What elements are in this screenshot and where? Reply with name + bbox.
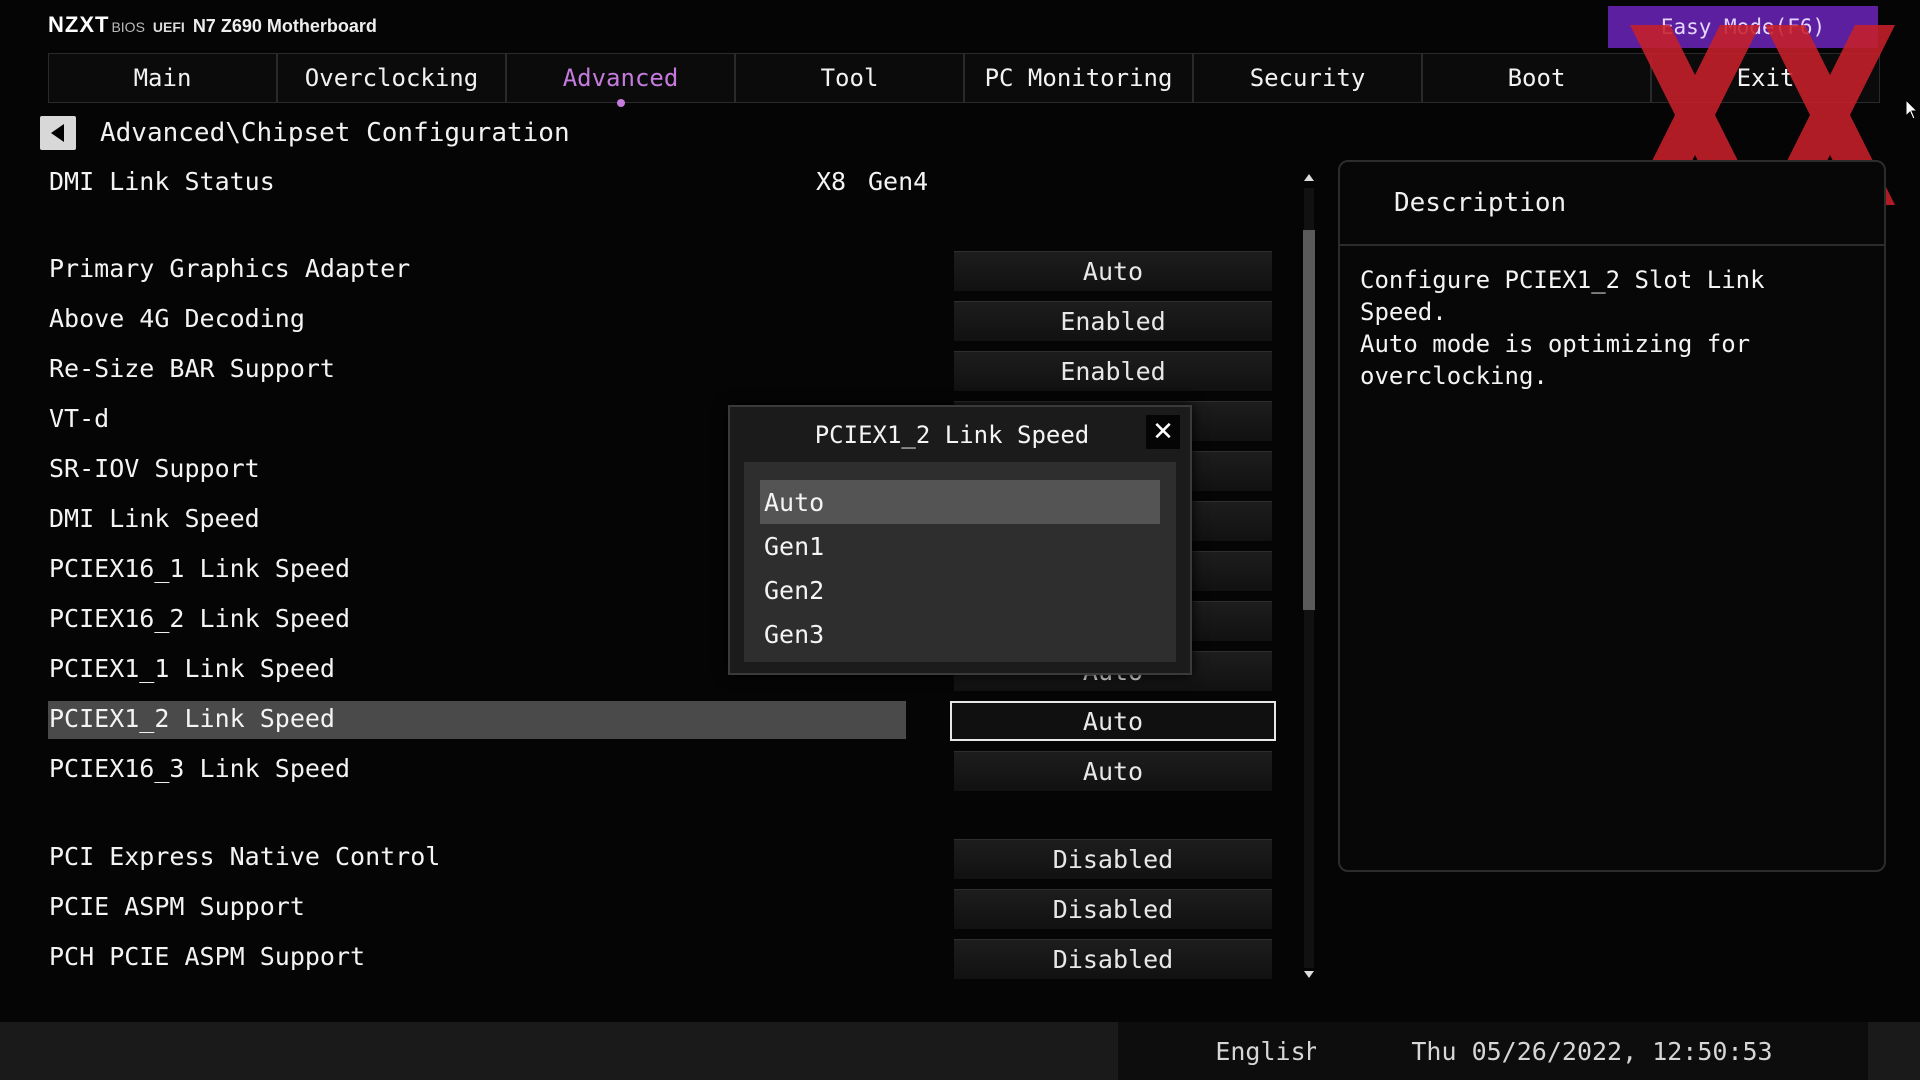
bios-label: BIOS	[111, 19, 145, 35]
main-tabs: Main Overclocking Advanced Tool PC Monit…	[48, 53, 1880, 107]
description-panel: Description Configure PCIEX1_2 Slot Link…	[1338, 160, 1886, 872]
value-resize-bar-support[interactable]: Enabled	[954, 351, 1272, 391]
brand-name: NZXT	[48, 12, 110, 37]
setting-pciex16-1-link-speed[interactable]: PCIEX16_1 Link Speed	[49, 554, 350, 583]
tab-advanced[interactable]: Advanced	[506, 53, 735, 107]
setting-primary-graphics-adapter[interactable]: Primary Graphics Adapter	[49, 254, 410, 283]
scroll-up-arrow-icon[interactable]	[1304, 174, 1314, 181]
uefi-label: UEFI	[152, 19, 185, 35]
mouse-pointer-icon	[1906, 100, 1918, 120]
setting-pciex16-2-link-speed[interactable]: PCIEX16_2 Link Speed	[49, 604, 350, 633]
value-pciex16-3-link-speed[interactable]: Auto	[954, 751, 1272, 791]
motherboard-model: N7 Z690 Motherboard	[192, 16, 377, 36]
dmi-link-gen: Gen4	[868, 167, 929, 196]
settings-scrollbar[interactable]	[1300, 170, 1318, 982]
back-arrow-icon	[51, 124, 64, 142]
setting-resize-bar-support[interactable]: Re-Size BAR Support	[49, 354, 335, 383]
value-primary-graphics-adapter[interactable]: Auto	[954, 251, 1272, 291]
setting-dmi-link-speed[interactable]: DMI Link Speed	[49, 504, 260, 533]
breadcrumb: Advanced\Chipset Configuration	[100, 118, 570, 148]
setting-pciex1-2-link-speed[interactable]: PCIEX1_2 Link Speed	[49, 704, 335, 733]
value-pci-express-native-control[interactable]: Disabled	[954, 839, 1272, 879]
close-icon[interactable]: ✕	[1146, 415, 1180, 449]
setting-pch-pcie-aspm-support[interactable]: PCH PCIE ASPM Support	[49, 942, 365, 971]
tab-overclocking[interactable]: Overclocking	[277, 53, 506, 103]
value-pch-pcie-aspm-support[interactable]: Disabled	[954, 939, 1272, 979]
tab-main[interactable]: Main	[48, 53, 277, 103]
popup-title: PCIEX1_2 Link Speed	[814, 421, 1090, 449]
dmi-link-width: X8	[816, 167, 847, 196]
tab-boot[interactable]: Boot	[1422, 53, 1651, 103]
option-gen3[interactable]: Gen3	[760, 612, 1160, 656]
dmi-link-status-label: DMI Link Status	[49, 167, 275, 196]
option-auto[interactable]: Auto	[760, 480, 1160, 524]
brand-logo: NZXT BIOS UEFI N7 Z690 Motherboard	[48, 12, 377, 40]
value-pciex1-2-link-speed[interactable]: Auto	[950, 701, 1276, 741]
scroll-thumb[interactable]	[1303, 230, 1315, 610]
description-text: Configure PCIEX1_2 Slot Link Speed. Auto…	[1360, 266, 1765, 390]
link-speed-popup: PCIEX1_2 Link Speed ✕ Auto Gen1 Gen2 Gen…	[728, 405, 1192, 675]
option-gen1[interactable]: Gen1	[760, 524, 1160, 568]
scroll-down-arrow-icon[interactable]	[1304, 971, 1314, 978]
tab-tool[interactable]: Tool	[735, 53, 964, 103]
option-gen2[interactable]: Gen2	[760, 568, 1160, 612]
setting-above-4g-decoding[interactable]: Above 4G Decoding	[49, 304, 305, 333]
value-pcie-aspm-support[interactable]: Disabled	[954, 889, 1272, 929]
back-button[interactable]	[40, 116, 76, 150]
setting-pci-express-native-control[interactable]: PCI Express Native Control	[49, 842, 440, 871]
description-title: Description	[1340, 162, 1884, 246]
status-bar: English Thu 05/26/2022, 12:50:53	[0, 1022, 1920, 1080]
setting-pcie-aspm-support[interactable]: PCIE ASPM Support	[49, 892, 305, 921]
setting-pciex1-1-link-speed[interactable]: PCIEX1_1 Link Speed	[49, 654, 335, 683]
tab-security[interactable]: Security	[1193, 53, 1422, 103]
tab-pc-monitoring[interactable]: PC Monitoring	[964, 53, 1193, 103]
value-above-4g-decoding[interactable]: Enabled	[954, 301, 1272, 341]
setting-vt-d[interactable]: VT-d	[49, 404, 109, 433]
date-time[interactable]: Thu 05/26/2022, 12:50:53	[1316, 1022, 1868, 1080]
setting-sr-iov-support[interactable]: SR-IOV Support	[49, 454, 260, 483]
popup-option-list: Auto Gen1 Gen2 Gen3	[744, 462, 1176, 662]
setting-pciex16-3-link-speed[interactable]: PCIEX16_3 Link Speed	[49, 754, 350, 783]
